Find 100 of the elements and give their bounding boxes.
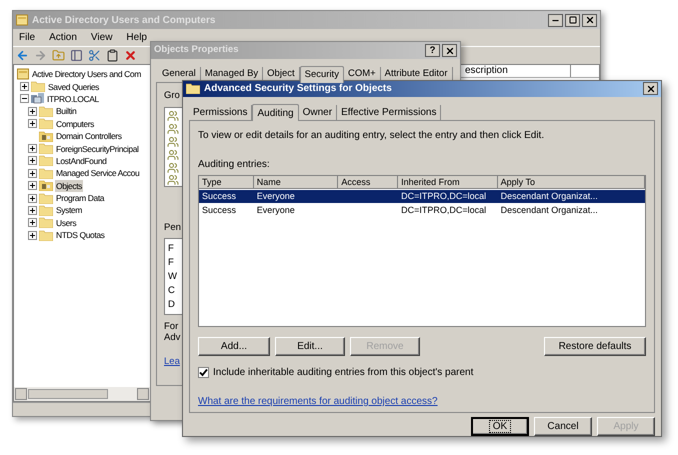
cut-icon[interactable] [88,49,101,62]
expand-toggle[interactable] [28,230,37,240]
table-row[interactable]: Success Everyone DC=ITPRO,DC=local Descendant Organizat... [199,190,645,203]
tree-item[interactable]: Computers [55,118,95,130]
console-icon [17,68,29,80]
minimize-button[interactable] [548,14,563,26]
note-text: Adv [164,332,182,342]
folder-icon [39,217,53,228]
close-button[interactable] [582,14,597,26]
permission-name: W [168,270,178,284]
users-icon [167,174,179,186]
table-cell: Everyone [256,204,295,215]
organizational-unit-icon [39,130,53,142]
tab[interactable]: Owner [298,104,338,120]
expand-toggle[interactable] [28,218,37,228]
console-icon [16,14,28,26]
menu-item[interactable]: Action [49,30,77,45]
expand-toggle[interactable] [28,106,37,116]
permission-name: F [168,256,175,270]
tree-item[interactable]: LostAndFound [55,154,108,167]
column-header[interactable]: Type [199,176,254,189]
folder-icon [39,118,53,130]
maximize-icon [568,16,576,24]
users-icon [167,162,179,174]
folder-icon [39,192,53,204]
dialog-button[interactable]: Cancel [534,417,592,436]
folder-icon [39,204,53,216]
expand-toggle[interactable] [28,168,37,178]
users-icon [167,136,179,148]
checkbox-label: Include inheritable auditing entries from this object's parent [213,366,474,380]
delete-icon[interactable] [124,49,137,62]
tree-item[interactable]: Users [55,216,78,229]
column-header[interactable]: Access [338,176,398,189]
column-header[interactable]: escription [463,65,571,77]
folder-icon [39,230,53,241]
expand-toggle[interactable] [28,194,37,203]
tree-item[interactable]: Objects [55,180,84,192]
tree-item[interactable]: NTDS Quotas [55,229,106,242]
action-button[interactable]: Edit... [275,336,345,356]
tree-item[interactable]: Builtin [55,105,78,118]
table-cell: DC=ITPRO,DC=local [401,190,486,201]
tree-item[interactable]: Active Directory Users and Com [31,68,142,80]
folder-icon [39,155,53,166]
table-cell: Descendant Organizat... [500,204,598,215]
tree-item[interactable]: ITPRO.LOCAL [46,92,100,105]
close-button[interactable] [442,44,457,57]
restore-defaults-button[interactable]: Restore defaults [544,336,646,356]
expand-toggle[interactable] [28,206,37,215]
close-icon [646,84,656,94]
expand-toggle[interactable] [28,119,37,128]
column-header[interactable]: Inherited From [398,176,498,189]
maximize-button[interactable] [565,14,580,26]
close-icon [444,46,454,56]
paste-icon[interactable] [106,49,119,62]
help-link[interactable]: What are the requirements for auditing object access? [198,394,646,409]
tree-item[interactable]: Domain Controllers [55,130,123,142]
tab[interactable]: Security [300,66,344,83]
expand-toggle[interactable] [28,181,37,190]
table-cell: DC=ITPRO,DC=local [401,204,486,215]
expand-toggle[interactable] [20,82,29,92]
collapse-toggle[interactable] [20,94,29,104]
panel-icon[interactable] [70,49,83,62]
dialog-title: Objects Properties [154,43,238,58]
menu-item[interactable]: File [19,30,36,45]
dialog-button[interactable]: OK [471,417,529,436]
back-icon[interactable] [16,49,29,62]
table-cell: Everyone [256,190,295,201]
instructions-text: To view or edit details for an auditing entry, select the entry and then click Edit. [198,128,546,143]
action-button[interactable]: Add... [198,336,270,356]
checkbox[interactable] [198,366,209,378]
folder-icon [31,81,45,92]
menu-item[interactable]: View [90,30,112,45]
expand-toggle[interactable] [28,156,37,166]
folder-icon [186,83,200,94]
note-text: For [164,320,180,332]
users-icon [167,123,179,135]
tree-item[interactable]: System [55,204,83,216]
group-label: Gro [164,89,181,103]
permissions-label: Pen [164,221,182,236]
folder-icon [39,143,53,154]
close-button[interactable] [643,82,658,96]
users-icon [167,148,179,161]
tab[interactable]: Auditing [252,104,299,121]
permission-name: D [168,298,176,312]
tree-item[interactable]: ForeignSecurityPrincipal [55,142,140,155]
horizontal-scrollbar[interactable] [14,387,150,401]
tree-item[interactable]: Managed Service Accou [55,167,140,180]
menu-item[interactable]: Help [126,30,147,45]
users-icon [167,110,179,122]
tree-item[interactable]: Program Data [55,192,106,204]
column-header[interactable]: Name [254,176,338,189]
permission-name: C [168,284,176,298]
tree-item[interactable]: Saved Queries [47,80,100,93]
column-header[interactable]: Apply To [498,176,645,189]
tab[interactable]: Effective Permissions [337,104,442,120]
expand-toggle[interactable] [28,144,37,154]
window-title: Active Directory Users and Computers [32,14,216,28]
table-row[interactable]: Success Everyone DC=ITPRO,DC=local Descendant Organizat... [199,204,645,217]
help-button[interactable]: ? [425,44,440,57]
folder-icon [39,106,53,117]
